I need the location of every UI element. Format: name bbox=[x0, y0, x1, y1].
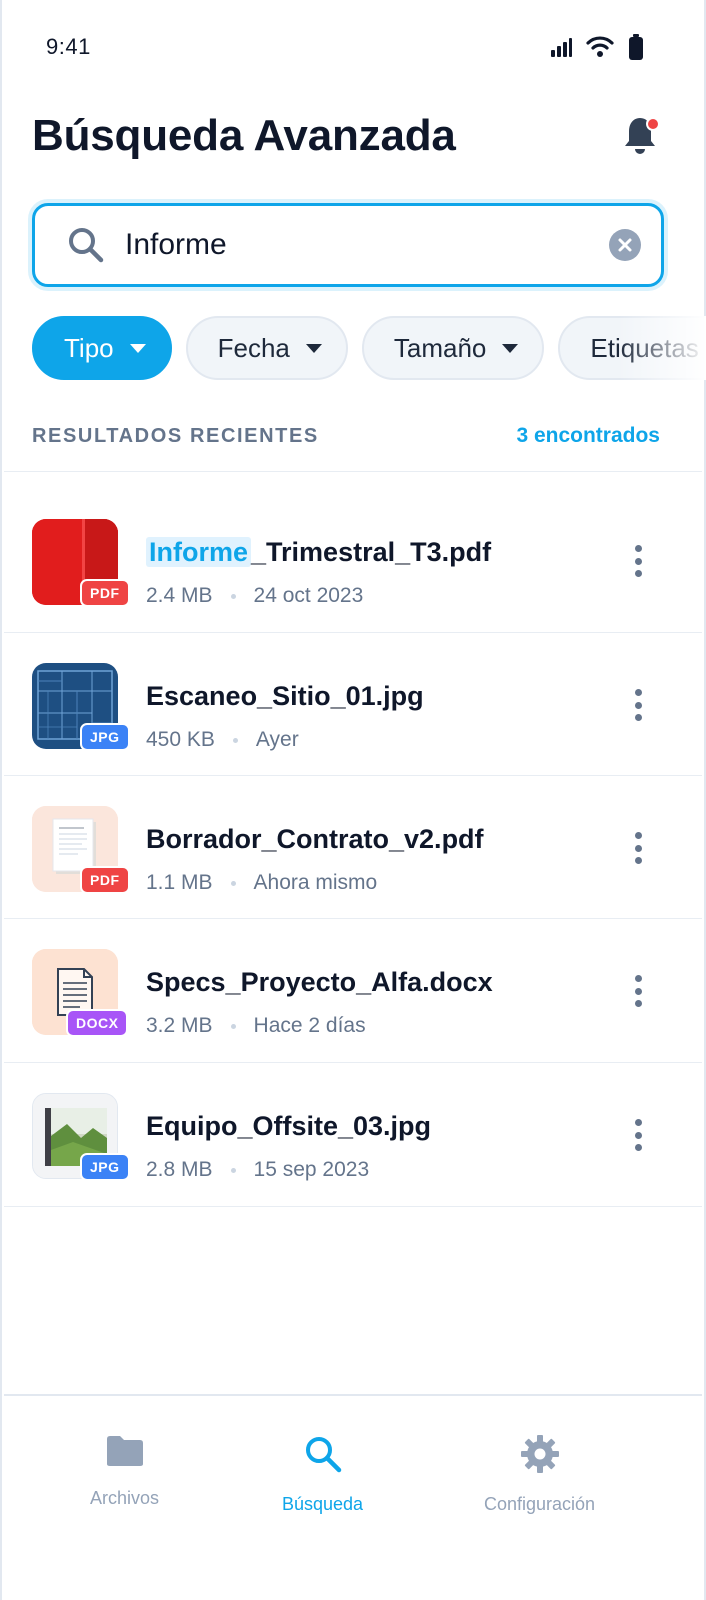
file-meta: 1.1 MB Ahora mismo bbox=[146, 871, 377, 895]
more-options-button[interactable] bbox=[626, 685, 650, 725]
divider bbox=[4, 471, 702, 472]
file-date: Ayer bbox=[255, 728, 299, 751]
nav-label: Configuración bbox=[484, 1494, 596, 1514]
divider bbox=[4, 1206, 702, 1207]
notifications-button[interactable] bbox=[618, 111, 662, 161]
page-title: Búsqueda Avanzada bbox=[32, 111, 456, 160]
meta-separator bbox=[230, 593, 236, 599]
file-size: 1.1 MB bbox=[146, 871, 213, 894]
meta-separator bbox=[230, 1023, 236, 1029]
folder-icon bbox=[106, 1436, 143, 1466]
page-header: Búsqueda Avanzada bbox=[32, 100, 662, 172]
file-name: Equipo_Offsite_03.jpg bbox=[146, 1111, 432, 1141]
wifi-icon bbox=[586, 36, 614, 57]
result-row[interactable]: JPG Escaneo_Sitio_01.jpg 450 KB Ayer bbox=[4, 633, 702, 776]
file-name: Borrador_Contrato_v2.pdf bbox=[146, 824, 484, 854]
search-icon bbox=[69, 228, 104, 263]
battery-icon bbox=[629, 34, 643, 60]
chevron-down-icon bbox=[502, 343, 519, 353]
file-type-badge: JPG bbox=[80, 723, 130, 751]
close-icon bbox=[618, 238, 632, 252]
file-type-badge: PDF bbox=[80, 579, 130, 607]
file-meta: 3.2 MB Hace 2 días bbox=[146, 1014, 366, 1038]
result-row[interactable]: JPG Equipo_Offsite_03.jpg 2.8 MB 15 sep … bbox=[4, 1063, 702, 1206]
file-type-badge: PDF bbox=[80, 866, 130, 894]
filter-chip-tamano[interactable]: Tamaño bbox=[361, 316, 545, 380]
filter-chip-label: Tipo bbox=[64, 332, 114, 363]
more-options-button[interactable] bbox=[626, 1115, 650, 1155]
file-meta: 2.8 MB 15 sep 2023 bbox=[146, 1158, 369, 1182]
results-header: RESULTADOS RECIENTES 3 encontrados bbox=[32, 420, 660, 452]
result-row[interactable]: PDF Borrador_Contrato_v2.pdf 1.1 MB Ahor… bbox=[4, 776, 702, 919]
search-input[interactable]: Informe bbox=[125, 228, 609, 262]
status-time: 9:41 bbox=[46, 34, 91, 59]
bottom-nav: Archivos Búsqueda Configuración bbox=[4, 1394, 702, 1600]
notification-dot bbox=[646, 117, 660, 131]
file-name: Specs_Proyecto_Alfa.docx bbox=[146, 967, 493, 997]
results-count: 3 encontrados bbox=[516, 424, 660, 447]
file-name: Informe _Trimestral_T3.pdf bbox=[146, 537, 491, 568]
filter-chip-label: Tamaño bbox=[393, 332, 487, 363]
file-date: Hace 2 días bbox=[253, 1014, 366, 1037]
meta-separator bbox=[230, 1167, 236, 1173]
filter-chip-label: Fecha bbox=[217, 332, 290, 363]
file-size: 450 KB bbox=[146, 728, 215, 751]
signal-icon bbox=[551, 38, 572, 57]
nav-label: Archivos bbox=[90, 1488, 160, 1508]
filter-chip-tipo[interactable]: Tipo bbox=[32, 316, 172, 380]
filter-chip-etiquetas[interactable]: Etiquetas bbox=[558, 316, 706, 380]
file-size: 2.4 MB bbox=[146, 584, 213, 607]
meta-separator bbox=[232, 737, 238, 743]
search-bar[interactable]: Informe bbox=[32, 203, 664, 287]
file-size: 2.8 MB bbox=[146, 1158, 213, 1181]
filter-chip-label: Etiquetas bbox=[590, 332, 699, 363]
nav-item-configuracion[interactable]: Configuración bbox=[484, 1434, 595, 1515]
status-icons bbox=[550, 34, 644, 60]
more-options-button[interactable] bbox=[626, 971, 650, 1011]
chevron-down-icon bbox=[305, 343, 322, 353]
filter-chips: Tipo Fecha Tamaño Etiquetas bbox=[32, 316, 706, 380]
gear-icon bbox=[520, 1435, 559, 1473]
more-options-button[interactable] bbox=[626, 541, 650, 581]
file-meta: 450 KB Ayer bbox=[146, 728, 299, 752]
status-bar: 9:41 bbox=[46, 30, 644, 64]
file-date: Ahora mismo bbox=[253, 871, 378, 894]
nav-item-archivos[interactable]: Archivos bbox=[90, 1434, 159, 1509]
result-row[interactable]: PDF Informe _Trimestral_T3.pdf 2.4 MB 24 … bbox=[4, 489, 702, 632]
file-type-badge: JPG bbox=[80, 1153, 130, 1181]
filter-chip-fecha[interactable]: Fecha bbox=[185, 316, 348, 380]
result-row[interactable]: DOCX Specs_Proyecto_Alfa.docx 3.2 MB Hac… bbox=[4, 919, 702, 1062]
file-size: 3.2 MB bbox=[146, 1014, 213, 1037]
more-options-button[interactable] bbox=[626, 828, 650, 868]
file-type-badge: DOCX bbox=[66, 1009, 129, 1037]
file-date: 24 oct 2023 bbox=[253, 584, 364, 607]
search-highlight: Informe bbox=[146, 537, 252, 567]
meta-separator bbox=[230, 880, 236, 886]
nav-item-busqueda[interactable]: Búsqueda bbox=[282, 1434, 363, 1515]
search-icon bbox=[305, 1437, 341, 1473]
file-meta: 2.4 MB 24 oct 2023 bbox=[146, 584, 363, 608]
results-title: RESULTADOS RECIENTES bbox=[32, 424, 319, 447]
file-date: 15 sep 2023 bbox=[253, 1158, 370, 1181]
chevron-down-icon bbox=[129, 343, 146, 353]
clear-search-button[interactable] bbox=[609, 229, 641, 261]
nav-label: Búsqueda bbox=[282, 1494, 364, 1514]
app-frame: 9:41 Búsqueda Avanzada Informe Tipo Fech… bbox=[0, 0, 706, 1600]
file-name: Escaneo_Sitio_01.jpg bbox=[146, 681, 424, 711]
